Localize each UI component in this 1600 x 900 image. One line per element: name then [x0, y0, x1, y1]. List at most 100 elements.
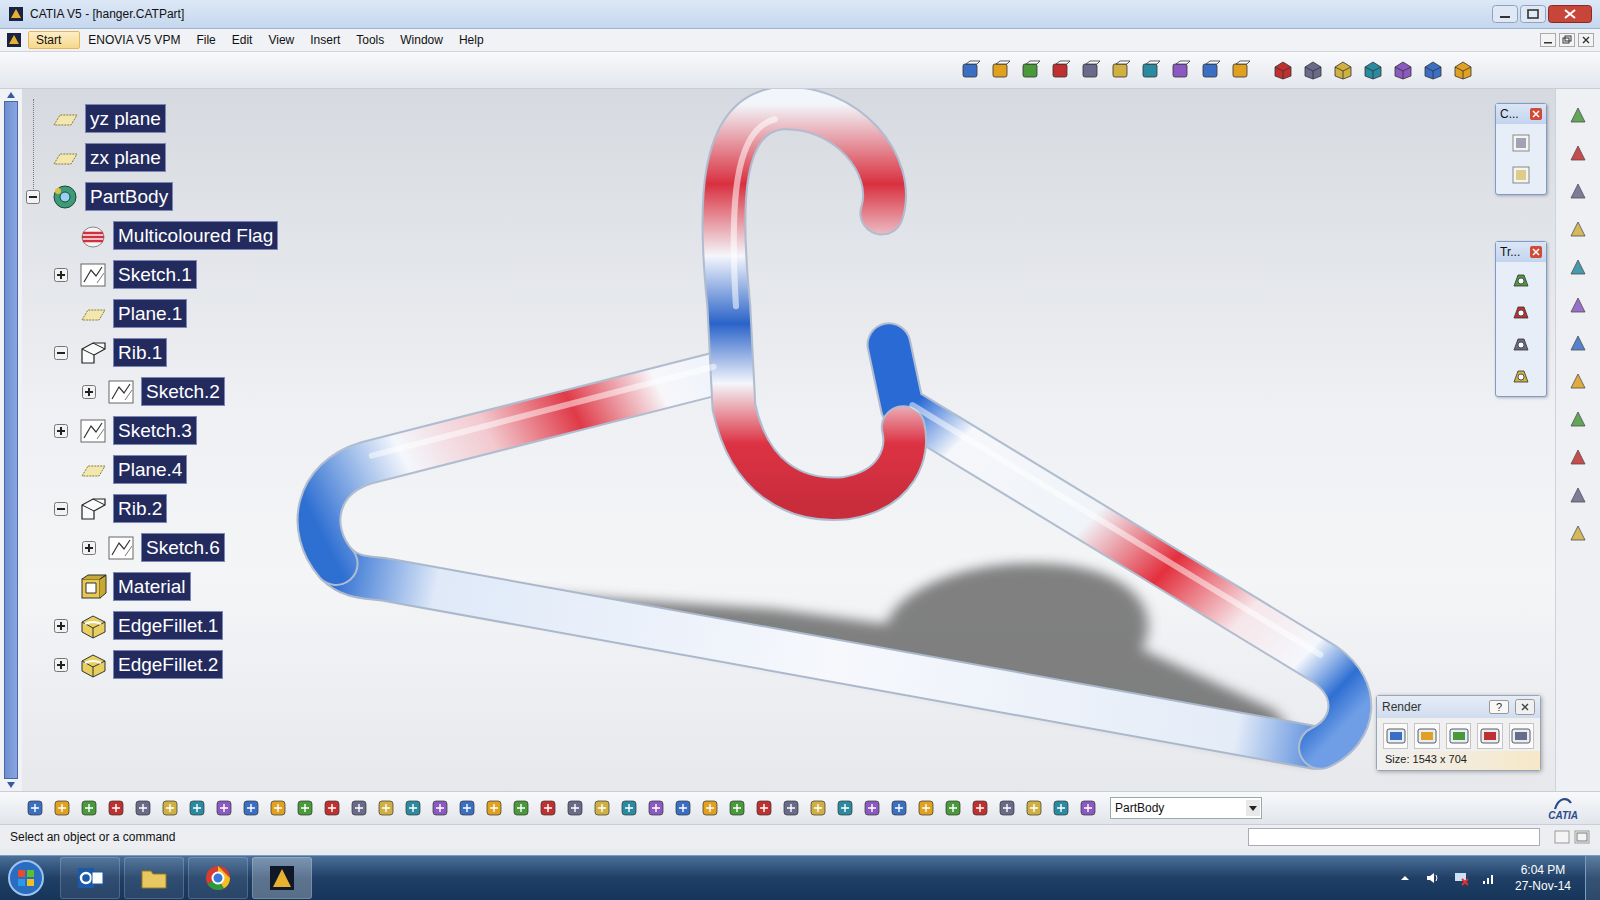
toolbar-button[interactable] — [537, 797, 559, 819]
hanger-model[interactable] — [22, 89, 1555, 791]
toolbar-button[interactable] — [564, 797, 586, 819]
menu-item[interactable]: Insert — [302, 31, 348, 49]
tree-label[interactable]: Sketch.3 — [113, 416, 197, 445]
toolbar-button[interactable] — [1566, 141, 1590, 165]
toolbar-button[interactable] — [1109, 58, 1133, 82]
panel-icon[interactable] — [1574, 829, 1590, 845]
toolbar-button[interactable] — [591, 797, 613, 819]
toolbar-button[interactable] — [1566, 217, 1590, 241]
toolbar-button[interactable] — [1508, 162, 1534, 188]
toolbar-button[interactable] — [969, 797, 991, 819]
signal-icon[interactable] — [1481, 870, 1497, 886]
toolbar-button[interactable] — [429, 797, 451, 819]
menu-item[interactable]: Tools — [348, 31, 392, 49]
toolbar-button[interactable] — [240, 797, 262, 819]
toolbar-button[interactable] — [1508, 332, 1534, 358]
minimize-icon[interactable] — [1492, 5, 1518, 23]
toolbar-button[interactable] — [375, 797, 397, 819]
command-input[interactable] — [1248, 828, 1540, 846]
tree-item[interactable]: EdgeFillet.2 — [23, 645, 278, 684]
toolbar-button[interactable] — [942, 797, 964, 819]
tree-label[interactable]: EdgeFillet.2 — [113, 650, 223, 679]
toolbar-button[interactable] — [699, 797, 721, 819]
toolbar-button[interactable] — [1566, 331, 1590, 355]
toolbar-button[interactable] — [807, 797, 829, 819]
toolbar-button[interactable] — [1566, 521, 1590, 545]
toolbar-button[interactable] — [321, 797, 343, 819]
toolbar-button[interactable] — [618, 797, 640, 819]
menu-item[interactable]: File — [188, 31, 223, 49]
toolbar-button[interactable] — [483, 797, 505, 819]
toolbar-button[interactable] — [672, 797, 694, 819]
toolbar-button[interactable] — [51, 797, 73, 819]
toolbar-button[interactable] — [834, 797, 856, 819]
close-icon[interactable] — [1515, 699, 1535, 715]
toolbar-title-bar[interactable]: Tr... — [1496, 242, 1546, 262]
menu-item[interactable]: ENOVIA V5 VPM — [80, 31, 188, 49]
maximize-icon[interactable] — [1520, 5, 1546, 23]
toolbar-button[interactable] — [1077, 797, 1099, 819]
toolbar-button[interactable] — [888, 797, 910, 819]
toolbar-button[interactable] — [1508, 364, 1534, 390]
scroll-thumb[interactable] — [4, 101, 18, 779]
toolbar-button[interactable] — [1566, 369, 1590, 393]
toolbar-button[interactable] — [1331, 58, 1355, 82]
tree-label[interactable]: EdgeFillet.1 — [113, 611, 223, 640]
toolbar-button[interactable] — [1566, 293, 1590, 317]
tree-item[interactable]: Rib.2 — [23, 489, 278, 528]
tree-label[interactable]: Plane.4 — [113, 455, 187, 484]
expand-icon[interactable] — [54, 268, 68, 282]
collapse-icon[interactable] — [54, 346, 68, 360]
tree-item[interactable]: yz plane — [23, 99, 278, 138]
tree-item[interactable]: Plane.4 — [23, 450, 278, 489]
expand-icon[interactable] — [82, 385, 96, 399]
tree-scrollbar[interactable] — [0, 89, 22, 791]
toolbar-button[interactable] — [1566, 445, 1590, 469]
toolbar-button[interactable] — [1508, 300, 1534, 326]
tree-item[interactable]: Sketch.3 — [23, 411, 278, 450]
tree-item[interactable]: Sketch.1 — [23, 255, 278, 294]
tree-item[interactable]: EdgeFillet.1 — [23, 606, 278, 645]
toolbar-button[interactable] — [1414, 723, 1439, 749]
tree-item[interactable]: Multicoloured Flag — [23, 216, 278, 255]
menu-item[interactable]: Window — [392, 31, 451, 49]
menu-item[interactable]: View — [260, 31, 302, 49]
toolbar-button[interactable] — [1391, 58, 1415, 82]
help-button[interactable]: ? — [1489, 700, 1509, 714]
show-hidden-icon[interactable] — [1397, 870, 1413, 886]
scroll-down-icon[interactable] — [6, 781, 16, 789]
toolbar-button[interactable] — [645, 797, 667, 819]
toolbar-button[interactable] — [1566, 483, 1590, 507]
volume-icon[interactable] — [1425, 870, 1441, 886]
toolbar-button[interactable] — [213, 797, 235, 819]
toolbar-button[interactable] — [1271, 58, 1295, 82]
toolbar-button[interactable] — [1301, 58, 1325, 82]
tree-label[interactable]: Sketch.2 — [141, 377, 225, 406]
toolbar-button[interactable] — [989, 58, 1013, 82]
toolbar-button[interactable] — [402, 797, 424, 819]
tree-item[interactable]: zx plane — [23, 138, 278, 177]
toolbar-button[interactable] — [1361, 58, 1385, 82]
toolbar-button[interactable] — [1383, 723, 1408, 749]
part-selector[interactable]: PartBody — [1110, 797, 1262, 819]
toolbar-button[interactable] — [1169, 58, 1193, 82]
tree-label[interactable]: Sketch.6 — [141, 533, 225, 562]
floating-toolbar[interactable]: Tr... — [1495, 241, 1547, 397]
taskbar-button[interactable] — [60, 857, 120, 899]
expand-icon[interactable] — [54, 424, 68, 438]
toolbar-button[interactable] — [510, 797, 532, 819]
taskbar-button[interactable] — [252, 857, 312, 899]
menu-item[interactable]: Start — [28, 31, 80, 49]
tree-label[interactable]: yz plane — [85, 104, 166, 133]
toolbar-button[interactable] — [267, 797, 289, 819]
expand-icon[interactable] — [82, 541, 96, 555]
toolbar-button[interactable] — [24, 797, 46, 819]
toolbar-button[interactable] — [1509, 723, 1534, 749]
menu-item[interactable]: Help — [451, 31, 492, 49]
tree-label[interactable]: Rib.1 — [113, 338, 167, 367]
toolbar-button[interactable] — [915, 797, 937, 819]
floating-toolbar[interactable]: C... — [1495, 103, 1547, 195]
toolbar-button[interactable] — [105, 797, 127, 819]
taskbar-button[interactable] — [188, 857, 248, 899]
tree-label[interactable]: Material — [113, 572, 191, 601]
